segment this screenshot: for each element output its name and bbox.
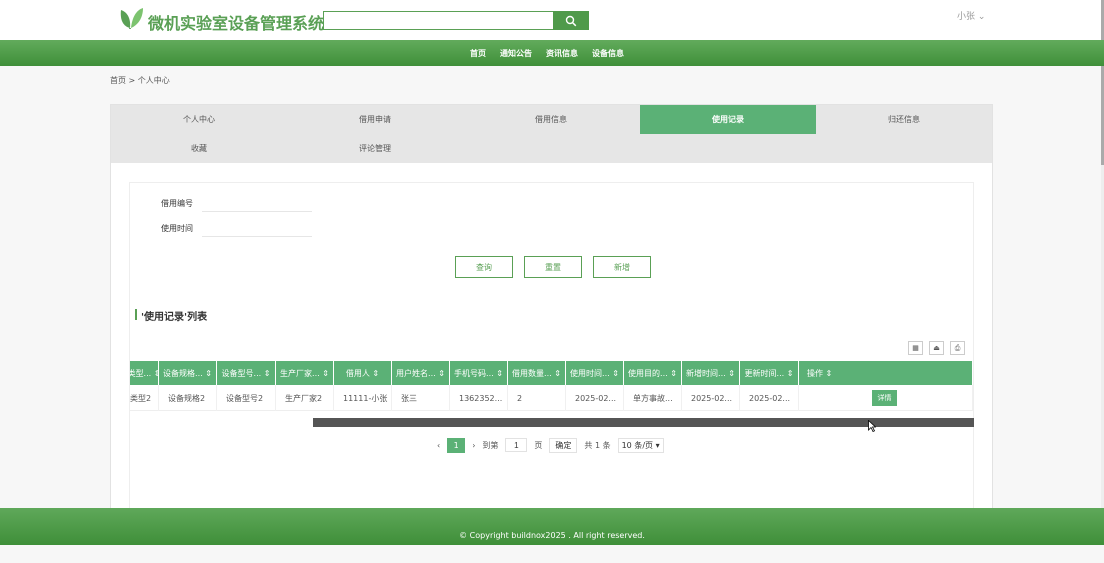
columns-icon[interactable]: ▦ xyxy=(908,341,923,355)
tab-borrow-info[interactable]: 借用信息 xyxy=(463,105,639,134)
records-content: 借用编号 使用时间 查询 重置 新增 '使用记录'列表 ▦ ⏏ ⎙ 类型... … xyxy=(129,182,974,512)
prev-page-icon[interactable]: ‹ xyxy=(437,441,440,450)
add-button[interactable]: 新增 xyxy=(593,256,651,278)
pagination: ‹ 1 › 到第 页 确定 共 1 条 10 条/页 ▾ xyxy=(437,437,664,453)
user-name: 小张 xyxy=(957,12,976,22)
table-cell: 单方事故... xyxy=(624,385,682,411)
tab-favorites[interactable]: 收藏 xyxy=(111,134,287,163)
chevron-down-icon: ▾ xyxy=(655,440,660,450)
user-menu[interactable]: 小张 ⌄ xyxy=(957,9,985,22)
total-count: 共 1 条 xyxy=(584,440,611,450)
search-icon xyxy=(565,15,577,26)
goto-confirm-button[interactable]: 确定 xyxy=(549,437,578,453)
query-button[interactable]: 查询 xyxy=(455,256,513,278)
column-header[interactable]: 类型... ⇕ xyxy=(130,361,159,385)
tab-usage-records[interactable]: 使用记录 xyxy=(640,105,816,134)
use-time-label: 使用时间 xyxy=(161,224,193,233)
table-cell: 2 xyxy=(508,385,566,411)
use-time-input[interactable] xyxy=(202,221,312,237)
main-nav: 首页 通知公告 资讯信息 设备信息 xyxy=(0,40,1104,66)
tab-borrow-request[interactable]: 借用申请 xyxy=(287,105,463,134)
column-header[interactable]: 设备规格... ⇕ xyxy=(159,361,217,385)
page-size-select[interactable]: 10 条/页 ▾ xyxy=(617,437,664,453)
column-header[interactable]: 更新时间... ⇕ xyxy=(740,361,799,385)
page-label: 页 xyxy=(534,440,543,450)
column-header[interactable]: 操作 ⇕ xyxy=(799,361,973,385)
mouse-cursor-icon xyxy=(868,420,876,432)
nav-item-notices[interactable]: 通知公告 xyxy=(500,48,532,59)
table-cell: 设备型号2 xyxy=(217,385,276,411)
nav-item-equipment[interactable]: 设备信息 xyxy=(592,48,624,59)
column-header[interactable]: 使用目的... ⇕ xyxy=(624,361,682,385)
borrow-no-input[interactable] xyxy=(202,196,312,212)
next-page-icon[interactable]: › xyxy=(472,441,475,450)
column-header[interactable]: 设备型号... ⇕ xyxy=(217,361,276,385)
column-header[interactable]: 手机号码... ⇕ xyxy=(450,361,508,385)
site-title: 微机实验室设备管理系统 xyxy=(148,14,325,33)
tab-return-info[interactable]: 归还信息 xyxy=(816,105,992,134)
list-title-marker xyxy=(135,309,137,320)
breadcrumb: 首页 > 个人中心 xyxy=(110,76,170,85)
list-title: '使用记录'列表 xyxy=(141,312,208,323)
search-input[interactable] xyxy=(323,11,553,30)
page-number-current[interactable]: 1 xyxy=(447,437,466,453)
table-header: 类型... ⇕ 设备规格... ⇕ 设备型号... ⇕ 生产厂家... ⇕ 借用… xyxy=(130,361,973,385)
table-cell: 类型2 xyxy=(130,385,159,411)
leaf-logo-icon xyxy=(120,8,143,29)
copyright-text: © Copyright buildnox2025 . All right res… xyxy=(459,531,645,540)
tab-personal-center[interactable]: 个人中心 xyxy=(111,105,287,134)
column-header[interactable]: 生产厂家... ⇕ xyxy=(276,361,334,385)
detail-button[interactable]: 详情 xyxy=(872,390,897,406)
goto-page-input[interactable] xyxy=(505,438,528,452)
column-header[interactable]: 使用时间... ⇕ xyxy=(566,361,624,385)
table-cell: 2025-02... xyxy=(740,385,799,411)
table-cell: 2025-02... xyxy=(566,385,624,411)
personal-center-panel: 个人中心 借用申请 借用信息 使用记录 归还信息 收藏 评论管理 借用编号 使用… xyxy=(110,104,993,514)
table-cell: 设备规格2 xyxy=(159,385,217,411)
print-icon[interactable]: ⎙ xyxy=(950,341,965,355)
nav-item-news[interactable]: 资讯信息 xyxy=(546,48,578,59)
nav-item-home[interactable]: 首页 xyxy=(470,48,486,59)
column-header[interactable]: 借用人 ⇕ xyxy=(334,361,392,385)
chevron-down-icon: ⌄ xyxy=(977,12,986,22)
table-row: 类型2 设备规格2 设备型号2 生产厂家2 11111-小张 张三 136235… xyxy=(130,385,973,411)
records-table: 类型... ⇕ 设备规格... ⇕ 设备型号... ⇕ 生产厂家... ⇕ 借用… xyxy=(130,361,974,427)
top-header: 微机实验室设备管理系统 小张 ⌄ xyxy=(0,0,1104,40)
footer: © Copyright buildnox2025 . All right res… xyxy=(0,508,1104,545)
tab-comment-management[interactable]: 评论管理 xyxy=(287,134,463,163)
column-header[interactable]: 新增时间... ⇕ xyxy=(682,361,740,385)
table-cell: 生产厂家2 xyxy=(276,385,334,411)
export-icon[interactable]: ⏏ xyxy=(929,341,944,355)
table-cell: 2025-02... xyxy=(682,385,740,411)
column-header[interactable]: 用户姓名... ⇕ xyxy=(392,361,450,385)
search-button[interactable] xyxy=(553,11,589,30)
table-cell: 张三 xyxy=(392,385,450,411)
table-cell: 11111-小张 xyxy=(334,385,392,411)
table-cell: 1362352... xyxy=(450,385,508,411)
borrow-no-label: 借用编号 xyxy=(161,199,193,208)
tab-bar: 个人中心 借用申请 借用信息 使用记录 归还信息 收藏 评论管理 xyxy=(111,105,992,163)
reset-button[interactable]: 重置 xyxy=(524,256,582,278)
column-header[interactable]: 借用数量... ⇕ xyxy=(508,361,566,385)
goto-label: 到第 xyxy=(482,440,499,450)
